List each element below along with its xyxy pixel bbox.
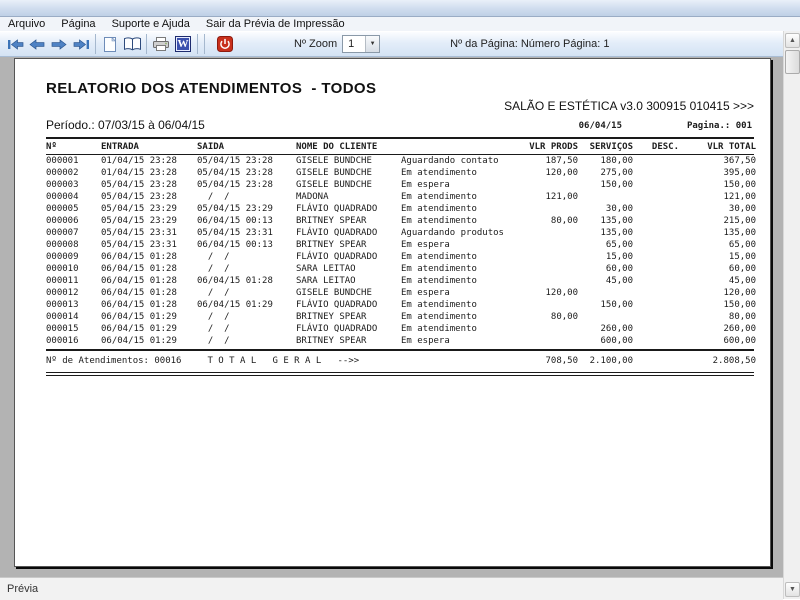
chevron-down-icon[interactable]: ▼ [365, 36, 379, 52]
next-page-icon [51, 39, 67, 50]
report-rows: 000001 01/04/15 23:28 05/04/15 23:28 GIS… [46, 155, 754, 347]
menu-bar: Arquivo Página Suporte e Ajuda Sair da P… [0, 17, 800, 31]
table-row: 000005 05/04/15 23:29 05/04/15 23:29 FLÁ… [46, 203, 754, 215]
table-row: 000006 05/04/15 23:29 06/04/15 00:13 BRI… [46, 215, 754, 227]
table-row: 000004 05/04/15 23:28 / / MADONA Em aten… [46, 191, 754, 203]
col-header-prods: VLR PRODS [526, 142, 578, 152]
scroll-up-icon[interactable]: ▲ [785, 33, 800, 48]
scroll-down-icon[interactable]: ▼ [785, 582, 800, 597]
col-header-desc: DESC. [633, 142, 679, 152]
zoom-label: Nº Zoom [294, 38, 337, 50]
report-date: 06/04/15 [579, 121, 622, 131]
footer-count-label: Nº de Atendimentos: 00016 [46, 356, 181, 366]
table-bottom-double-rule [46, 372, 754, 376]
status-bar: Prévia [0, 577, 783, 600]
single-page-view-button[interactable] [99, 33, 121, 55]
vertical-scrollbar[interactable]: ▲ ▼ [783, 31, 800, 599]
export-word-icon: W [175, 36, 191, 52]
report-title: RELATORIO DOS ATENDIMENTOS - TODOS [46, 80, 376, 97]
col-header-total: VLR TOTAL [679, 142, 756, 152]
menu-pagina[interactable]: Página [53, 17, 103, 31]
exit-preview-button[interactable] [214, 33, 236, 55]
print-button[interactable] [150, 33, 172, 55]
col-header-servicos: SERVIÇOS [578, 142, 633, 152]
table-row: 000013 06/04/15 01:28 06/04/15 01:29 FLÁ… [46, 299, 754, 311]
first-page-icon [7, 39, 24, 50]
report-brand: SALÃO E ESTÉTICA v3.0 300915 010415 >>> [504, 99, 754, 113]
table-row: 000007 05/04/15 23:31 05/04/15 23:31 FLÁ… [46, 227, 754, 239]
previous-page-icon [29, 39, 45, 50]
next-page-button[interactable] [48, 33, 70, 55]
toolbar-separator [146, 34, 147, 54]
report-preview-area: RELATORIO DOS ATENDIMENTOS - TODOS SALÃO… [0, 57, 783, 577]
menu-arquivo[interactable]: Arquivo [0, 17, 53, 31]
footer-servicos-total: 2.100,00 [578, 356, 633, 366]
scrollbar-thumb[interactable] [785, 50, 800, 74]
table-row: 000010 06/04/15 01:28 / / SARA LEITAO Em… [46, 263, 754, 275]
two-pages-view-button[interactable] [121, 33, 143, 55]
footer-total-label: T O T A L G E R A L -->> [207, 356, 359, 366]
table-row: 000009 06/04/15 01:28 / / FLÁVIO QUADRAD… [46, 251, 754, 263]
footer-prods-total: 708,50 [526, 356, 578, 366]
report-table: Nº ENTRADA SAIDA NOME DO CLIENTE VLR PRO… [46, 137, 754, 376]
table-header-row: Nº ENTRADA SAIDA NOME DO CLIENTE VLR PRO… [46, 139, 754, 154]
toolbar-separator [95, 34, 96, 54]
table-row: 000014 06/04/15 01:29 / / BRITNEY SPEAR … [46, 311, 754, 323]
export-word-button[interactable]: W [172, 33, 194, 55]
table-row: 000012 06/04/15 01:28 / / GISELE BUNDCHE… [46, 287, 754, 299]
title-bar: Relatorio dos Atendimentos - TODOS [0, 0, 800, 17]
col-header-nome: NOME DO CLIENTE [296, 142, 401, 152]
status-text: Prévia [7, 583, 38, 595]
table-footer-row: Nº de Atendimentos: 00016 T O T A L G E R… [46, 351, 754, 370]
first-page-button[interactable] [4, 33, 26, 55]
menu-sair-da-previa[interactable]: Sair da Prévia de Impressão [198, 17, 353, 31]
page-info-label: Nº da Página: Número Página: 1 [450, 38, 609, 50]
footer-desc-total [633, 356, 679, 366]
previous-page-button[interactable] [26, 33, 48, 55]
footer-grand-total: 2.808,50 [679, 356, 756, 366]
col-header-num: Nº [46, 142, 101, 152]
table-row: 000016 06/04/15 01:29 / / BRITNEY SPEAR … [46, 335, 754, 347]
col-header-saida: SAIDA [197, 142, 296, 152]
single-page-icon [104, 37, 116, 52]
toolbar: W Nº Zoom 1 ▼ Nº da Página: Número Págin… [0, 31, 783, 57]
table-row: 000002 01/04/15 23:28 05/04/15 23:28 GIS… [46, 167, 754, 179]
menu-suporte-e-ajuda[interactable]: Suporte e Ajuda [104, 17, 198, 31]
zoom-value: 1 [343, 38, 365, 50]
report-period: Período.: 07/03/15 à 06/04/15 [46, 118, 205, 132]
col-header-status [401, 142, 526, 152]
table-row: 000003 05/04/15 23:28 05/04/15 23:28 GIS… [46, 179, 754, 191]
last-page-icon [73, 39, 90, 50]
toolbar-separator [197, 34, 198, 54]
table-row: 000008 05/04/15 23:31 06/04/15 00:13 BRI… [46, 239, 754, 251]
report-page: RELATORIO DOS ATENDIMENTOS - TODOS SALÃO… [14, 58, 771, 567]
table-row: 000001 01/04/15 23:28 05/04/15 23:28 GIS… [46, 155, 754, 167]
printer-icon [153, 37, 169, 51]
report-page-number: Pagina.: 001 [687, 121, 752, 131]
two-pages-icon [123, 37, 142, 51]
footer-labels: Nº de Atendimentos: 00016 T O T A L G E R… [46, 356, 526, 366]
exit-power-icon [217, 36, 233, 52]
table-row: 000011 06/04/15 01:28 06/04/15 01:28 SAR… [46, 275, 754, 287]
toolbar-separator [204, 34, 205, 54]
zoom-select[interactable]: 1 ▼ [342, 35, 380, 53]
table-row: 000015 06/04/15 01:29 / / FLÁVIO QUADRAD… [46, 323, 754, 335]
last-page-button[interactable] [70, 33, 92, 55]
col-header-entrada: ENTRADA [101, 142, 197, 152]
